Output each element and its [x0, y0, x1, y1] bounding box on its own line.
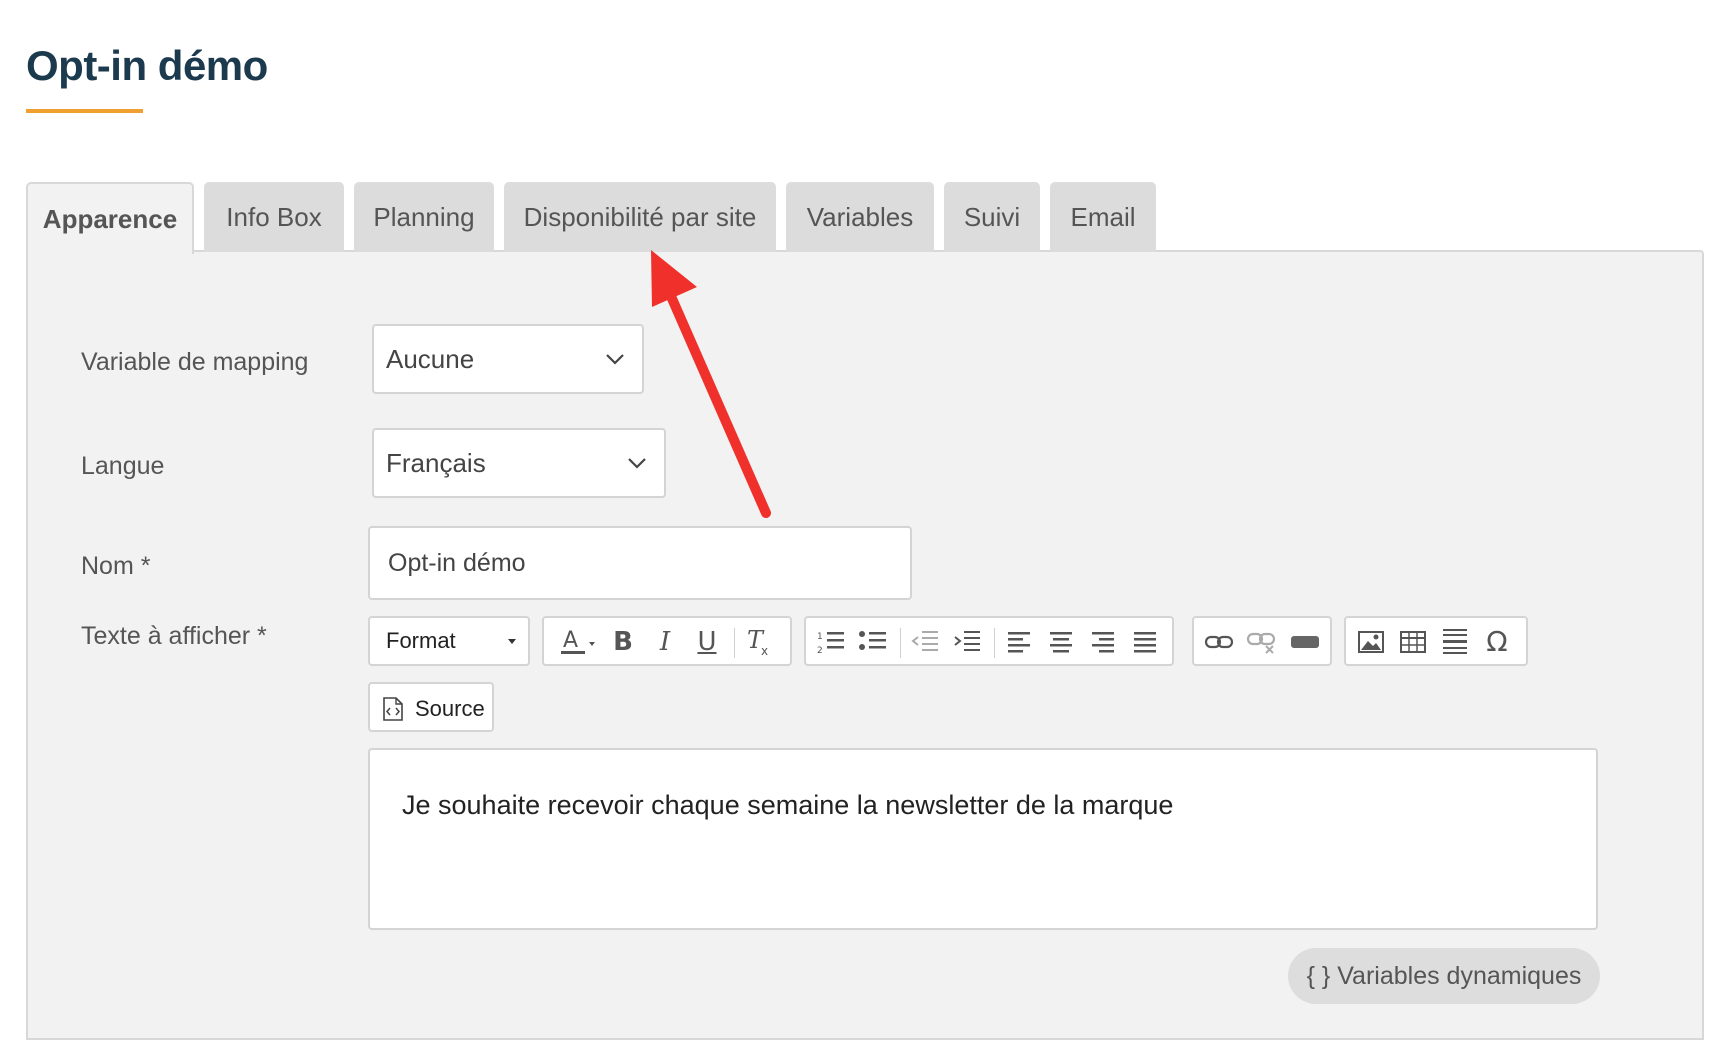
align-right-icon[interactable]: [1084, 624, 1122, 660]
rich-text-editor[interactable]: Je souhaite recevoir chaque semaine la n…: [368, 748, 1598, 930]
tab-planning[interactable]: Planning: [354, 182, 494, 252]
caret-down-icon: [508, 639, 516, 644]
mapping-select-value: Aucune: [386, 343, 475, 374]
horizontal-rule-icon[interactable]: [1436, 624, 1474, 660]
svg-text:x: x: [761, 644, 768, 658]
tab-info-box[interactable]: Info Box: [204, 182, 344, 252]
tab-apparence[interactable]: Apparence: [26, 182, 194, 254]
special-char-icon[interactable]: Ω: [1478, 624, 1516, 660]
indent-icon[interactable]: [948, 624, 986, 660]
toolbar-insert: Ω: [1344, 616, 1528, 666]
anchor-icon[interactable]: [1286, 624, 1324, 660]
toolbar-paragraph: 12: [804, 616, 1174, 666]
tab-suivi[interactable]: Suivi: [944, 182, 1040, 252]
editor-content[interactable]: Je souhaite recevoir chaque semaine la n…: [402, 790, 1173, 821]
outdent-icon[interactable]: [906, 624, 944, 660]
mapping-label: Variable de mapping: [81, 348, 309, 376]
nom-label: Nom *: [81, 552, 151, 580]
dynamic-variables-button[interactable]: { } Variables dynamiques: [1288, 948, 1600, 1004]
source-button[interactable]: Source: [368, 682, 494, 732]
tab-disponibilite-par-site[interactable]: Disponibilité par site: [504, 182, 776, 252]
italic-icon[interactable]: I: [646, 624, 684, 660]
remove-format-icon[interactable]: T x: [740, 624, 778, 660]
page-title: Opt-in démo: [26, 42, 268, 89]
format-label: Format: [386, 628, 456, 653]
langue-select-value: Français: [386, 447, 486, 478]
tab-email[interactable]: Email: [1050, 182, 1156, 252]
format-dropdown[interactable]: Format: [368, 616, 530, 666]
align-left-icon[interactable]: [1000, 624, 1038, 660]
table-icon[interactable]: [1394, 624, 1432, 660]
unlink-icon[interactable]: [1242, 624, 1280, 660]
link-icon[interactable]: [1200, 624, 1238, 660]
source-icon: [383, 697, 403, 721]
numbered-list-icon[interactable]: 12: [812, 624, 850, 660]
mapping-select[interactable]: Aucune: [372, 324, 644, 394]
texte-label: Texte à afficher *: [81, 622, 267, 650]
toolbar-text-styles: A B I U T x: [542, 616, 792, 666]
image-icon[interactable]: [1352, 624, 1390, 660]
svg-text:1: 1: [817, 632, 823, 642]
svg-text:A: A: [563, 628, 578, 653]
justify-icon[interactable]: [1126, 624, 1164, 660]
bold-icon[interactable]: B: [604, 624, 642, 660]
chevron-down-icon: [606, 354, 624, 365]
text-color-icon[interactable]: A: [552, 624, 600, 660]
bulleted-list-icon[interactable]: [854, 624, 892, 660]
title-underline: [26, 109, 143, 113]
align-center-icon[interactable]: [1042, 624, 1080, 660]
langue-label: Langue: [81, 452, 165, 480]
underline-icon[interactable]: U: [688, 624, 726, 660]
langue-select[interactable]: Français: [372, 428, 666, 498]
source-label: Source: [415, 696, 485, 721]
chevron-down-icon: [628, 458, 646, 469]
svg-text:2: 2: [817, 646, 823, 656]
toolbar-links: [1192, 616, 1332, 666]
nom-input[interactable]: Opt-in démo: [368, 526, 912, 600]
tab-variables[interactable]: Variables: [786, 182, 934, 252]
